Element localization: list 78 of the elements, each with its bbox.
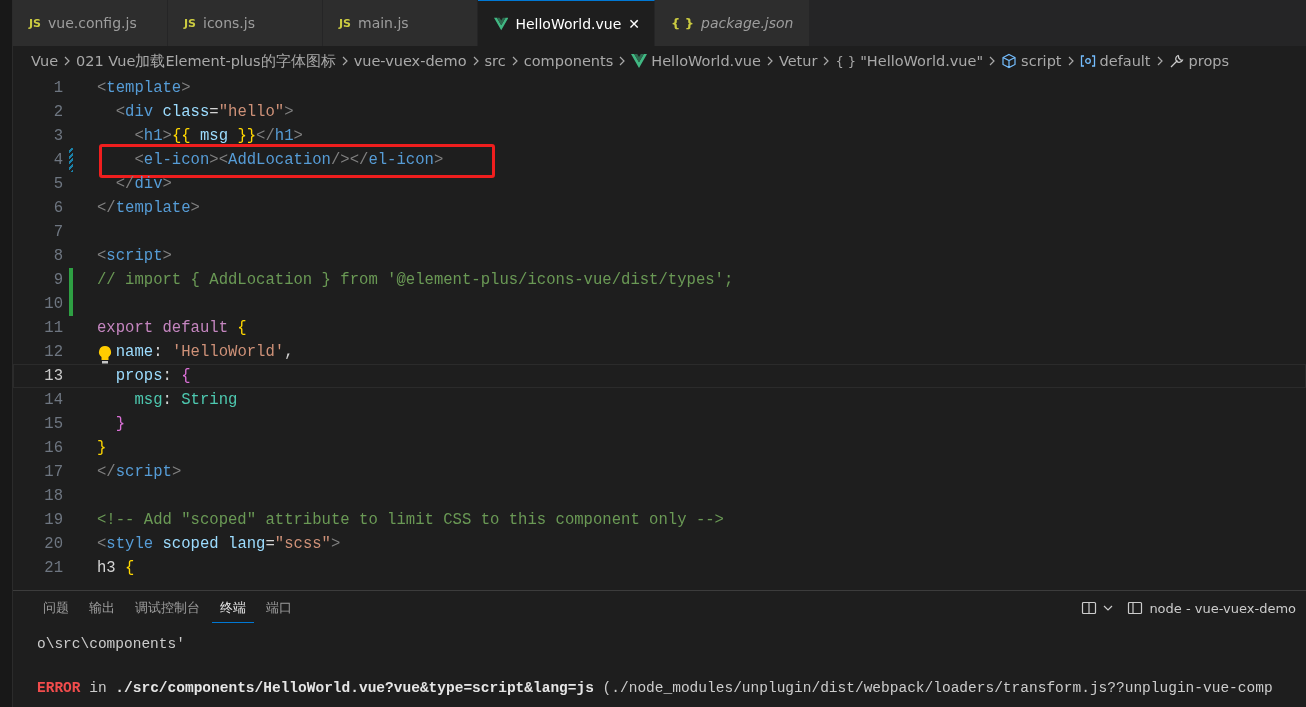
wrench-icon [1168,53,1185,69]
code-line: </template> [97,199,200,217]
editor-tab[interactable]: JS icons.js [168,0,323,46]
close-icon[interactable]: ✕ [628,15,640,32]
breadcrumb-item[interactable]: props [1188,53,1230,69]
vue-logo-icon [494,16,509,31]
breadcrumb-item[interactable]: 021 Vue加载Element-plus的字体图标 [76,51,336,71]
line-number: 6 [52,199,63,217]
terminal-line: ERROR in ./src/components/HelloWorld.vue?vue&type=script&lang=js (./node_modules/unplugin/dist/webpack/loaders/transform.js??unplugin-vue-comp [37,679,1274,698]
lightbulb-icon[interactable] [97,345,113,365]
code-line: <script> [97,247,172,265]
terminal-selector[interactable]: node - vue-vuex-demo [1127,600,1296,616]
editor-tab[interactable]: JS vue.config.js [13,0,168,46]
line-number: 10 [43,295,63,313]
terminal-line: o\src\components' [37,635,186,654]
line-number: 2 [52,103,63,121]
code-line: </div> [114,175,172,193]
code-line: <style scoped lang="scss"> [97,535,341,553]
code-line: } [97,439,107,457]
code-line: // import { AddLocation } from '@element-plus/icons-vue/dist/types'; [97,271,734,289]
code-line: <template> [97,79,191,97]
line-number: 15 [43,415,63,433]
editor-tab[interactable]: { } package.json [655,0,810,46]
line-number: 21 [43,559,63,577]
line-number: 16 [43,439,63,457]
line-number: 5 [52,175,63,193]
panel-tab[interactable]: 输出 [81,593,123,623]
code-line: <h1>{{ msg }}</h1> [133,127,303,145]
panel-tab[interactable]: 调试控制台 [127,593,208,623]
code-line: </script> [97,463,182,481]
breadcrumb-item[interactable]: components [523,53,614,69]
breadcrumb-item[interactable]: "HelloWorld.vue" [860,53,984,69]
line-number: 3 [52,127,63,145]
panel-icon [1127,600,1144,616]
line-number: 9 [52,271,63,289]
breadcrumb-item[interactable]: script [1021,53,1062,69]
code-line: name: 'HelloWorld', [97,343,294,361]
line-number: 7 [52,223,63,241]
code-line: h3 { [97,559,135,577]
panel-tab[interactable]: 问题 [35,593,77,623]
line-number: 18 [43,487,63,505]
js-file-icon: JS [339,16,351,30]
editor-tab[interactable]: JS main.js [323,0,478,46]
code-line: msg: String [133,391,238,409]
breadcrumb-item[interactable]: default [1099,53,1151,69]
breadcrumb-item[interactable]: src [484,53,506,69]
code-line: props: { [114,367,191,385]
js-file-icon: JS [184,16,196,30]
braces-icon: { } [835,53,857,69]
line-number: 8 [52,247,63,265]
js-file-icon: JS [29,16,41,30]
brackets-icon [1079,54,1096,68]
code-line: } [114,415,126,433]
panel-tab[interactable]: 终端 [212,593,254,623]
line-number: 13 [43,367,63,385]
code-line: <div class="hello"> [114,103,294,121]
code-line: <!-- Add "scoped" attribute to limit CSS to this component only --> [97,511,724,529]
line-number: 4 [52,151,63,169]
chevron-down-icon[interactable] [1103,603,1114,613]
breadcrumb-item[interactable]: HelloWorld.vue [651,53,761,69]
line-number: 11 [43,319,63,337]
editor-tab[interactable]: HelloWorld.vue ✕ [478,0,655,46]
code-line: <el-icon><AddLocation/></el-icon> [97,151,444,169]
code-line: export default { [97,319,247,337]
vue-logo-icon [631,54,648,68]
line-number: 14 [43,391,63,409]
cube-icon [1001,53,1018,69]
line-number: 12 [43,343,63,361]
json-file-icon: { } [671,15,695,31]
line-number: 1 [52,79,63,97]
breadcrumb-item[interactable]: Vetur [778,53,818,69]
panel-tab[interactable]: 端口 [258,593,300,623]
line-number: 20 [43,535,63,553]
breadcrumb-item[interactable]: vue-vuex-demo [353,53,467,69]
line-number: 17 [43,463,63,481]
line-number: 19 [43,511,63,529]
breadcrumb-item[interactable]: Vue [31,53,59,69]
split-icon[interactable] [1081,600,1098,616]
